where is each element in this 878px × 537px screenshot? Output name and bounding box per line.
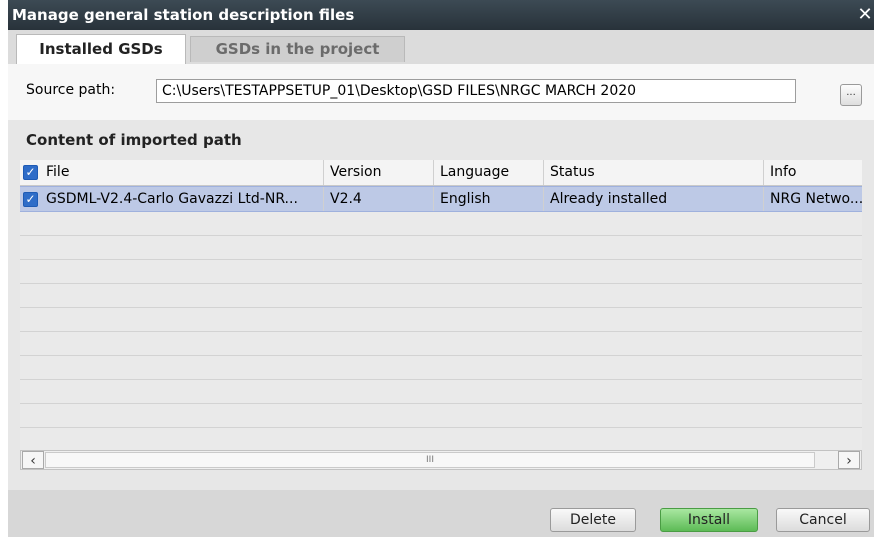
tab-installed-gsds[interactable]: Installed GSDs xyxy=(16,34,186,64)
row-checkbox[interactable]: ✓ xyxy=(23,192,38,207)
empty-row xyxy=(20,427,862,452)
empty-row xyxy=(20,331,862,356)
empty-row xyxy=(20,403,862,428)
column-header-file[interactable]: ✓ File xyxy=(20,160,324,185)
chevron-left-icon[interactable]: ‹ xyxy=(22,451,44,469)
empty-row xyxy=(20,259,862,284)
source-path-label: Source path: xyxy=(26,82,116,98)
table-header: ✓ File Version Language Status Info xyxy=(20,160,862,186)
empty-row xyxy=(20,211,862,236)
empty-row xyxy=(20,235,862,260)
close-icon[interactable]: ✕ xyxy=(856,0,874,30)
column-header-info[interactable]: Info xyxy=(764,160,862,185)
tab-strip: Installed GSDs GSDs in the project xyxy=(8,30,874,64)
cell-version: V2.4 xyxy=(324,187,434,211)
tab-gsds-in-project[interactable]: GSDs in the project xyxy=(190,36,405,62)
section-title: Content of imported path xyxy=(26,131,242,149)
select-all-checkbox[interactable]: ✓ xyxy=(23,165,38,180)
column-header-version[interactable]: Version xyxy=(324,160,434,185)
empty-row xyxy=(20,283,862,308)
chevron-right-icon[interactable]: › xyxy=(838,451,860,469)
empty-row xyxy=(20,307,862,332)
cell-file: ✓ GSDML-V2.4-Carlo Gavazzi Ltd-NR... xyxy=(20,187,324,211)
gsd-file-table: ✓ File Version Language Status Info ✓ GS… xyxy=(20,160,862,460)
horizontal-scrollbar[interactable]: ‹ III › xyxy=(20,450,862,470)
source-path-field[interactable]: C:\Users\TESTAPPSETUP_01\Desktop\GSD FIL… xyxy=(156,79,796,103)
empty-row xyxy=(20,379,862,404)
column-header-language[interactable]: Language xyxy=(434,160,544,185)
cell-status: Already installed xyxy=(544,187,764,211)
window-title: Manage general station description files xyxy=(12,6,355,24)
gsd-manager-dialog: Manage general station description files… xyxy=(8,0,874,537)
empty-row xyxy=(20,355,862,380)
column-header-file-label: File xyxy=(46,164,70,180)
cancel-button[interactable]: Cancel xyxy=(776,508,870,532)
content-panel: Content of imported path ✓ File Version … xyxy=(8,120,874,490)
table-row[interactable]: ✓ GSDML-V2.4-Carlo Gavazzi Ltd-NR... V2.… xyxy=(20,186,862,212)
source-path-panel: Source path: C:\Users\TESTAPPSETUP_01\De… xyxy=(8,64,874,120)
scrollbar-thumb[interactable]: III xyxy=(45,452,815,468)
delete-button[interactable]: Delete xyxy=(550,508,636,532)
title-bar: Manage general station description files… xyxy=(8,0,874,30)
cell-info: NRG Netwo... xyxy=(770,191,862,207)
file-name: GSDML-V2.4-Carlo Gavazzi Ltd-NR... xyxy=(46,191,298,207)
install-button[interactable]: Install xyxy=(660,508,758,532)
button-bar: Delete Install Cancel xyxy=(8,490,874,537)
column-header-status[interactable]: Status xyxy=(544,160,764,185)
browse-button[interactable]: ... xyxy=(840,84,862,106)
cell-language: English xyxy=(434,187,544,211)
